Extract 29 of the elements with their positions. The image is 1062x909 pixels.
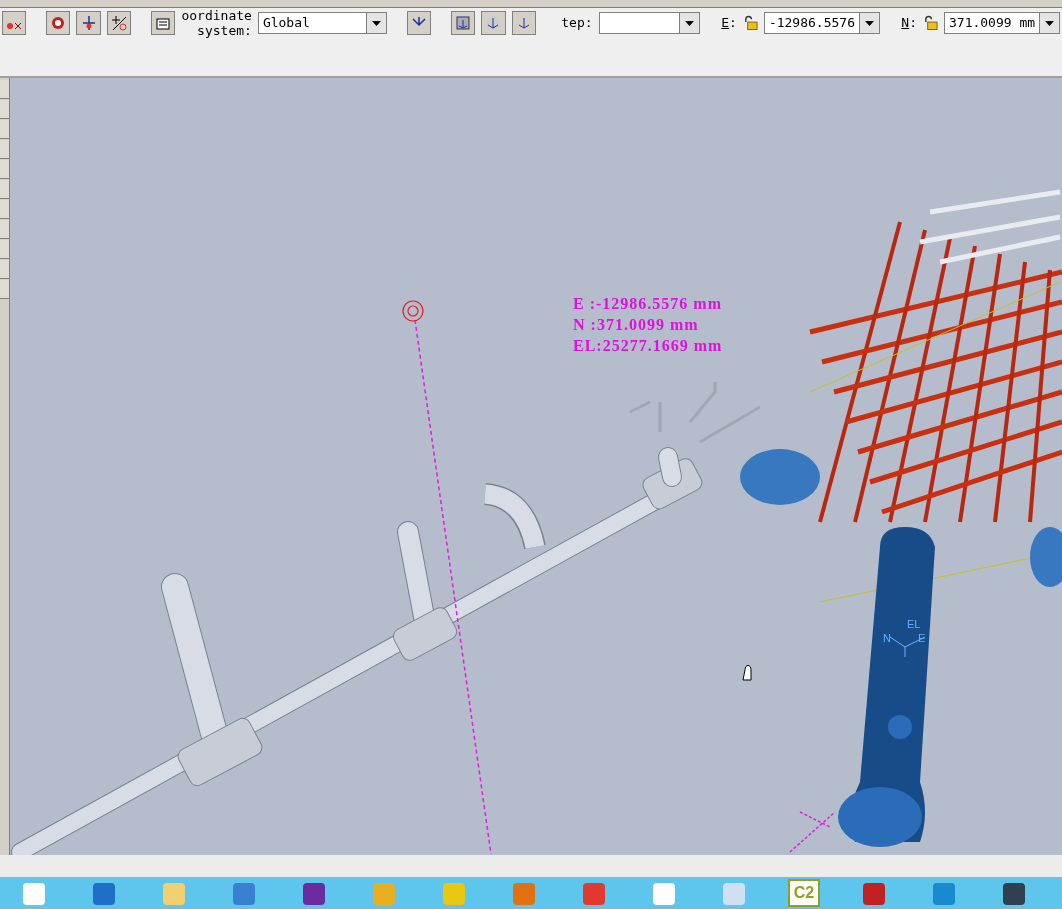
padlock-icon	[923, 15, 938, 31]
easting-field[interactable]: -12986.5576	[763, 12, 880, 34]
step-dropdown[interactable]	[598, 12, 700, 34]
padlock-icon	[742, 15, 758, 31]
axes-icon[interactable]	[76, 11, 101, 35]
axis-label: EL	[907, 617, 921, 632]
dropdown-arrow-icon	[372, 20, 382, 26]
coordinate-readout: N :371.0099 mm	[573, 315, 700, 335]
step-label: tep:	[561, 14, 593, 33]
coordinate-readout: EL:25277.1669 mm	[573, 336, 723, 356]
cube-anchor-icon[interactable]	[450, 11, 476, 35]
dropdown-arrow-icon	[1045, 20, 1055, 26]
axis-label: N	[883, 631, 891, 646]
delete-point-icon[interactable]	[2, 11, 27, 35]
axes-icon[interactable]	[406, 11, 432, 35]
coordinate-label: oordinate	[181, 8, 252, 23]
coordinate-label: system:	[197, 23, 252, 38]
anchor-icon[interactable]	[511, 11, 537, 35]
properties-icon[interactable]	[150, 11, 176, 35]
dropdown-arrow-icon	[865, 20, 874, 26]
dropdown-arrow-icon	[684, 20, 694, 26]
anchor-icon[interactable]	[481, 11, 506, 35]
e-label: E:	[721, 14, 737, 33]
crosshair-icon[interactable]	[106, 11, 132, 35]
n-label: N:	[901, 14, 917, 33]
northing-field[interactable]: 371.0099 mm	[944, 12, 1061, 34]
target-cursor-icon[interactable]	[46, 11, 71, 35]
coordinate-system-dropdown[interactable]: Global	[257, 12, 388, 34]
coordinate-readout: E :-12986.5576 mm	[573, 294, 723, 314]
